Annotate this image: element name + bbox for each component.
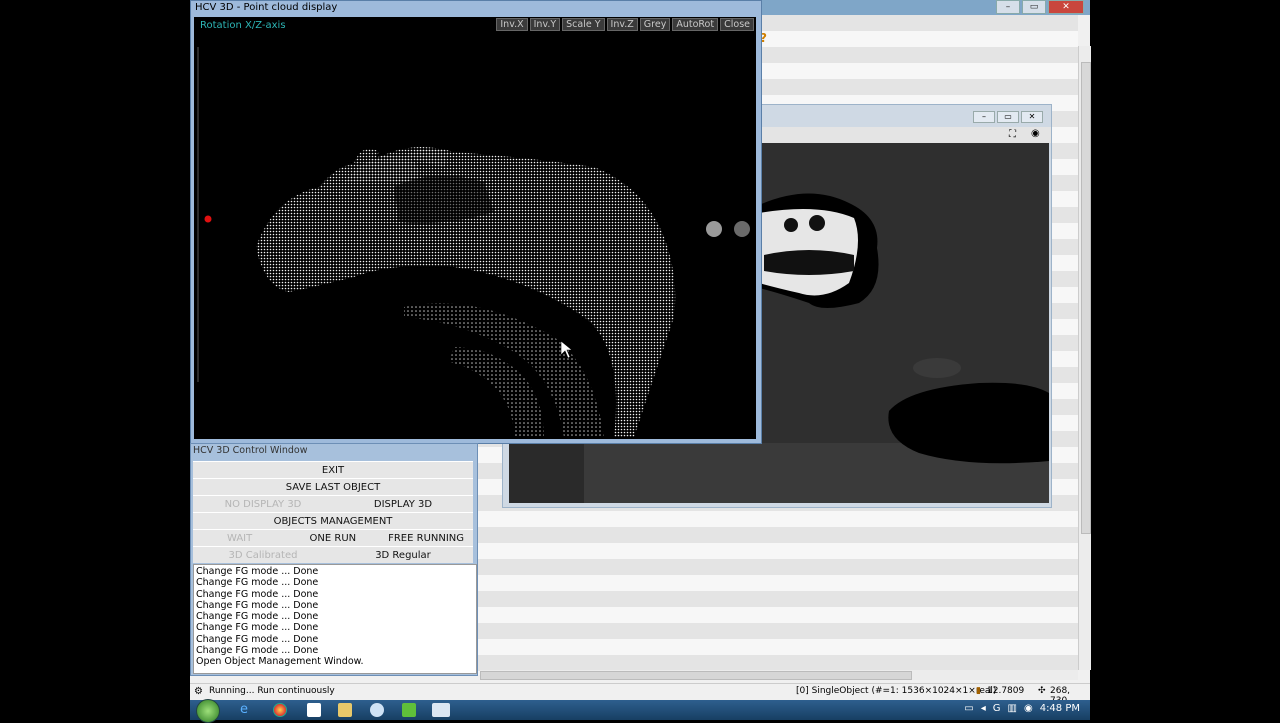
image-window-controls: – ▭ ✕: [973, 111, 1043, 123]
horizontal-scrollbar[interactable]: [480, 670, 1078, 680]
save-last-object-button[interactable]: SAVE LAST OBJECT: [193, 482, 473, 493]
wait-button[interactable]: WAIT: [193, 533, 286, 544]
one-run-button[interactable]: ONE RUN: [286, 533, 379, 544]
log-line: Change FG mode ... Done: [196, 599, 319, 611]
origin-marker: [204, 215, 212, 223]
log-line: Change FG mode ... Done: [196, 645, 319, 657]
display-row: NO DISPLAY 3D DISPLAY 3D: [193, 495, 473, 512]
rotation-handle[interactable]: [734, 221, 750, 237]
folder-icon[interactable]: [338, 703, 352, 717]
free-running-button[interactable]: FREE RUNNING: [379, 533, 472, 544]
volume-icon[interactable]: ◉: [1024, 703, 1033, 714]
window-title: HCV 3D - Point cloud display: [195, 2, 338, 13]
rotation-handle[interactable]: [706, 221, 722, 237]
chrome-icon[interactable]: [273, 703, 287, 717]
start-button[interactable]: [196, 699, 220, 723]
minimize-button[interactable]: –: [973, 111, 995, 123]
google-icon[interactable]: G: [993, 703, 1001, 714]
scroll-thumb[interactable]: [480, 671, 912, 680]
log-line: Open Object Management Window.: [196, 656, 364, 668]
mode-row: 3D Calibrated 3D Regular: [193, 546, 473, 563]
hcv-app-icon[interactable]: [432, 703, 450, 717]
log-line: Change FG mode ... Done: [196, 611, 319, 623]
scroll-thumb[interactable]: [1081, 62, 1091, 534]
network-icon[interactable]: ▥: [1008, 703, 1017, 714]
status-bar: ⚙ Running... Run continuously [0] Single…: [190, 683, 1090, 706]
exit-button[interactable]: EXIT: [193, 465, 473, 476]
log-line: Change FG mode ... Done: [196, 622, 319, 634]
calibrated-3d-button[interactable]: 3D Calibrated: [193, 550, 333, 561]
objects-management-button[interactable]: OBJECTS MANAGEMENT: [193, 516, 473, 527]
clock[interactable]: 4:48 PM: [1040, 703, 1080, 714]
maximize-button[interactable]: ▭: [1022, 0, 1046, 14]
save-row: SAVE LAST OBJECT: [193, 478, 473, 495]
log-line: Change FG mode ... Done: [196, 588, 319, 600]
document-icon[interactable]: [307, 703, 321, 717]
point-cloud-render: [197, 47, 750, 437]
app-icon[interactable]: [402, 703, 416, 717]
close-button[interactable]: ✕: [1021, 111, 1043, 123]
system-tray: ▭ ◂ G ▥ ◉ 4:48 PM: [964, 703, 1080, 714]
coords-icon: ✣: [1038, 686, 1046, 696]
control-window: HCV 3D Control Window EXIT SAVE LAST OBJ…: [190, 443, 478, 676]
window-title: HCV 3D Control Window: [193, 445, 308, 456]
internet-explorer-icon[interactable]: e: [240, 703, 254, 717]
vertical-scrollbar[interactable]: [1078, 46, 1091, 670]
display-3d-button[interactable]: DISPLAY 3D: [333, 499, 473, 510]
exit-row: EXIT: [193, 461, 473, 478]
lightbulb-icon[interactable]: ◉: [1031, 128, 1040, 139]
window-controls: – ▭ ✕: [996, 0, 1084, 14]
point-cloud-window: HCV 3D - Point cloud display Rotation X/…: [190, 0, 762, 444]
log-line: Change FG mode ... Done: [196, 566, 319, 577]
log-line: Change FG mode ... Done: [196, 633, 319, 645]
minimize-button[interactable]: –: [996, 0, 1020, 14]
regular-3d-button[interactable]: 3D Regular: [333, 550, 473, 561]
run-row: WAIT ONE RUN FREE RUNNING: [193, 529, 473, 546]
keyboard-icon[interactable]: ▭: [964, 703, 973, 714]
pixel-value: 12.7809: [987, 686, 1025, 696]
point-cloud-canvas[interactable]: Rotation X/Z-axis Inv.X Inv.Y Scale Y In…: [194, 17, 756, 439]
log-line: Change FG mode ... Done: [196, 577, 319, 589]
object-info: [0] SingleObject (#=1: 1536×1024×1×real): [796, 686, 997, 696]
maximize-button[interactable]: ▭: [997, 111, 1019, 123]
taskbar: e ▭ ◂ G ▥ ◉ 4:48 PM: [190, 699, 1090, 723]
message-log[interactable]: Change FG mode ... Done Change FG mode .…: [193, 564, 477, 674]
media-icon[interactable]: [370, 703, 384, 717]
arrow-icon[interactable]: ◂: [981, 703, 986, 714]
no-display-3d-button[interactable]: NO DISPLAY 3D: [193, 499, 333, 510]
value-icon: ▮: [976, 686, 981, 696]
zoom-icon[interactable]: ⛶: [1009, 129, 1016, 140]
objects-row: OBJECTS MANAGEMENT: [193, 512, 473, 529]
close-button[interactable]: ✕: [1048, 0, 1084, 14]
status-text: Running... Run continuously: [209, 686, 335, 696]
running-icon: ⚙: [194, 686, 203, 697]
